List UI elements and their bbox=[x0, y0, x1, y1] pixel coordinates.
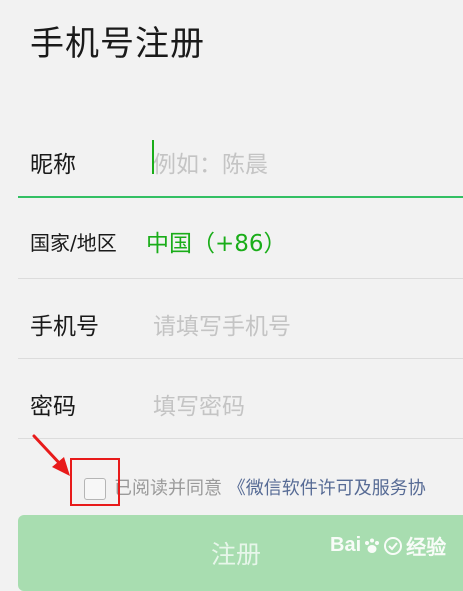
red-arrow-icon bbox=[32, 434, 70, 476]
phone-input[interactable]: 请填写手机号 bbox=[153, 307, 291, 341]
region-divider bbox=[18, 278, 463, 279]
page-title: 手机号注册 bbox=[30, 24, 205, 64]
agreement-text: 已阅读并同意 《微信软件许可及服务协 bbox=[86, 474, 426, 500]
nickname-label: 昵称 bbox=[30, 152, 76, 178]
nickname-row[interactable]: 昵称 例如：陈晨 bbox=[0, 118, 463, 198]
password-label: 密码 bbox=[30, 394, 76, 420]
region-select[interactable]: 中国（+86） bbox=[146, 224, 287, 258]
watermark-text-a: Bai bbox=[330, 534, 362, 556]
password-input[interactable]: 填写密码 bbox=[153, 387, 245, 421]
agreement-prefix: 已阅读并同意 bbox=[114, 478, 222, 499]
jingyan-logo-icon bbox=[384, 536, 403, 555]
phone-row[interactable]: 手机号 请填写手机号 bbox=[0, 280, 463, 360]
agreement-link[interactable]: 《微信软件许可及服务协 bbox=[228, 478, 426, 499]
password-divider bbox=[18, 438, 463, 439]
checkbox-highlight-box bbox=[70, 458, 120, 506]
paw-icon bbox=[365, 538, 380, 553]
password-row[interactable]: 密码 填写密码 bbox=[0, 360, 463, 440]
nickname-input[interactable]: 例如：陈晨 bbox=[153, 145, 268, 179]
phone-label: 手机号 bbox=[30, 314, 99, 340]
region-row[interactable]: 国家/地区 中国（+86） bbox=[0, 199, 463, 279]
text-caret bbox=[152, 140, 154, 174]
phone-divider bbox=[18, 358, 463, 359]
nickname-underline bbox=[18, 196, 463, 198]
baidu-jingyan-watermark: Bai 经验 bbox=[330, 531, 446, 560]
watermark-text-b: 经验 bbox=[406, 537, 447, 559]
region-label: 国家/地区 bbox=[30, 231, 117, 255]
